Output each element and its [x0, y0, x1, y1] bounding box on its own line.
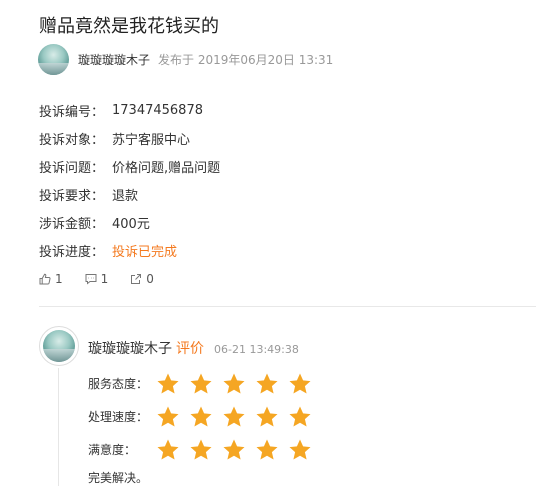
- share-button[interactable]: 0: [130, 272, 154, 286]
- author-row: 璇璇璇璇木子 发布于 2019年06月20日 13:31: [38, 44, 333, 75]
- comment-button[interactable]: 1: [85, 272, 109, 286]
- share-icon: [131, 274, 142, 284]
- complaint-title: 赠品竟然是我花钱买的: [39, 16, 219, 37]
- complaint-info: 投诉编号： 17347456878 投诉对象： 苏宁客服中心 投诉问题： 价格问…: [39, 96, 220, 264]
- ratings: 服务态度： 处理速度： 满意度：: [88, 367, 321, 466]
- post-date: 发布于 2019年06月20日 13:31: [158, 53, 334, 67]
- star-icon: [288, 438, 312, 462]
- info-label: 投诉问题：: [39, 160, 105, 176]
- complaint-id: 17347456878: [112, 102, 203, 118]
- thumbs-up-icon: [39, 273, 51, 285]
- timeline-line: [58, 368, 59, 486]
- like-button[interactable]: 1: [39, 272, 63, 286]
- like-count: 1: [55, 272, 63, 286]
- rating-satisfaction: 满意度：: [88, 433, 321, 466]
- reviewer-avatar[interactable]: [39, 326, 79, 366]
- info-row-request: 投诉要求： 退款: [39, 180, 220, 208]
- star-icon: [255, 372, 279, 396]
- complaint-status: 投诉已完成: [112, 244, 178, 260]
- rating-label: 处理速度：: [88, 410, 149, 424]
- avatar-image: [43, 330, 75, 362]
- share-count: 0: [146, 272, 154, 286]
- star-icon: [189, 438, 213, 462]
- comment-count: 1: [100, 272, 109, 286]
- info-label: 投诉要求：: [39, 188, 105, 204]
- info-label: 投诉进度：: [39, 244, 105, 260]
- info-row-id: 投诉编号： 17347456878: [39, 96, 220, 124]
- rating-label: 服务态度：: [88, 377, 149, 391]
- star-rating: [156, 405, 321, 429]
- info-row-progress: 投诉进度： 投诉已完成: [39, 236, 220, 264]
- comment-icon: [85, 274, 97, 285]
- reviewer-name[interactable]: 璇璇璇璇木子: [88, 338, 172, 358]
- star-icon: [222, 438, 246, 462]
- author-name[interactable]: 璇璇璇璇木子: [78, 51, 150, 68]
- complaint-amount: 400元: [112, 216, 150, 232]
- star-icon: [156, 405, 180, 429]
- action-bar: 1 1 0: [39, 272, 176, 286]
- star-icon: [189, 372, 213, 396]
- info-label: 投诉编号：: [39, 104, 105, 120]
- star-icon: [255, 438, 279, 462]
- star-icon: [189, 405, 213, 429]
- star-rating: [156, 438, 321, 462]
- star-icon: [288, 405, 312, 429]
- complaint-target: 苏宁客服中心: [112, 132, 191, 148]
- complaint-issue: 价格问题,赠品问题: [112, 160, 221, 176]
- complaint-request: 退款: [112, 188, 139, 204]
- review-time: 06-21 13:49:38: [214, 343, 299, 356]
- review-comment: 完美解决。: [88, 471, 149, 485]
- review-header: 璇璇璇璇木子 评价 06-21 13:49:38: [88, 338, 299, 358]
- rating-speed: 处理速度：: [88, 400, 321, 433]
- rating-service: 服务态度：: [88, 367, 321, 400]
- star-rating: [156, 372, 321, 396]
- section-divider: [39, 306, 536, 307]
- star-icon: [222, 372, 246, 396]
- info-label: 投诉对象：: [39, 132, 105, 148]
- star-icon: [156, 372, 180, 396]
- info-row-target: 投诉对象： 苏宁客服中心: [39, 124, 220, 152]
- rating-label: 满意度：: [88, 443, 137, 457]
- info-label: 涉诉金额：: [39, 216, 105, 232]
- star-icon: [156, 438, 180, 462]
- review-action: 评价: [176, 341, 204, 357]
- info-row-amount: 涉诉金额： 400元: [39, 208, 220, 236]
- info-row-issue: 投诉问题： 价格问题,赠品问题: [39, 152, 220, 180]
- star-icon: [222, 405, 246, 429]
- author-avatar[interactable]: [38, 44, 69, 75]
- star-icon: [288, 372, 312, 396]
- star-icon: [255, 405, 279, 429]
